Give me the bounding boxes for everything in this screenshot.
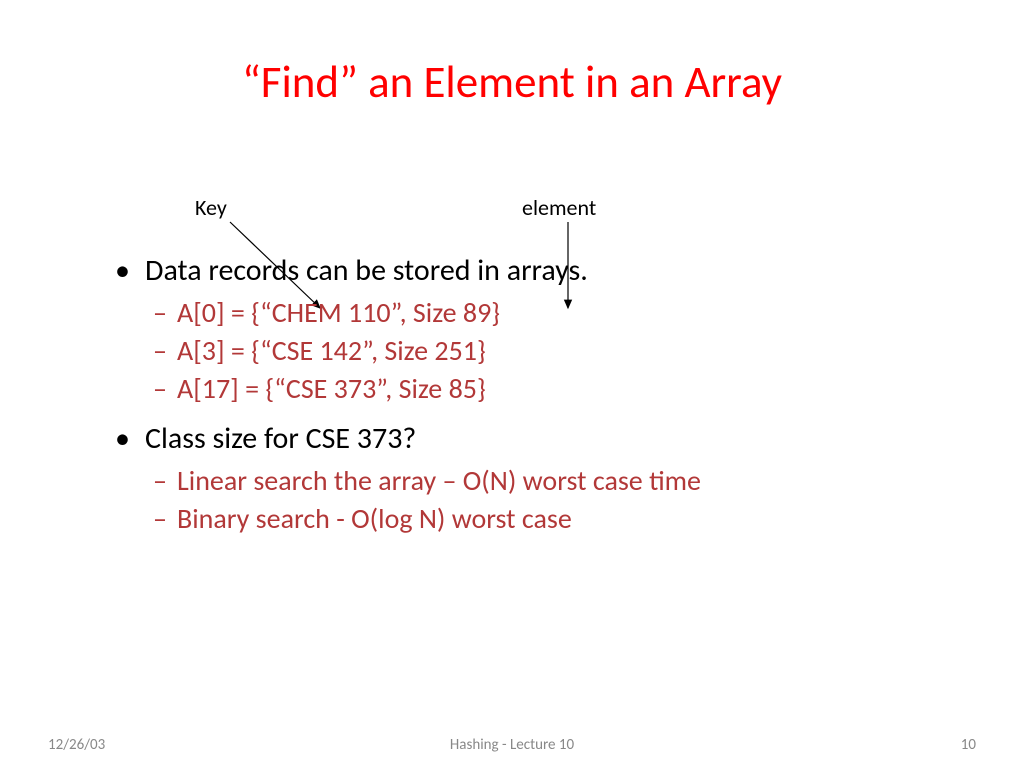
- bullet-main-1: Data records can be stored in arrays.: [115, 252, 935, 289]
- bullet-sub-1a: A[0] = {“CHEM 110”, Size 89}: [115, 295, 935, 330]
- slide-title: “Find” an Element in an Array: [0, 0, 1024, 110]
- footer-title: Hashing - Lecture 10: [0, 736, 1024, 754]
- bullet-main-2: Class size for CSE 373?: [115, 420, 935, 457]
- bullet-sub-1b: A[3] = {“CSE 142”, Size 251}: [115, 333, 935, 368]
- bullet-sub-2b: Binary search - O(log N) worst case: [115, 501, 935, 536]
- slide-body: Data records can be stored in arrays. A[…: [115, 252, 935, 539]
- bullet-sub-1c: A[17] = {“CSE 373”, Size 85}: [115, 371, 935, 406]
- footer-page-number: 10: [961, 736, 976, 754]
- annotation-element: element: [522, 194, 596, 221]
- bullet-sub-2a: Linear search the array – O(N) worst cas…: [115, 463, 935, 498]
- annotation-key: Key: [195, 194, 227, 221]
